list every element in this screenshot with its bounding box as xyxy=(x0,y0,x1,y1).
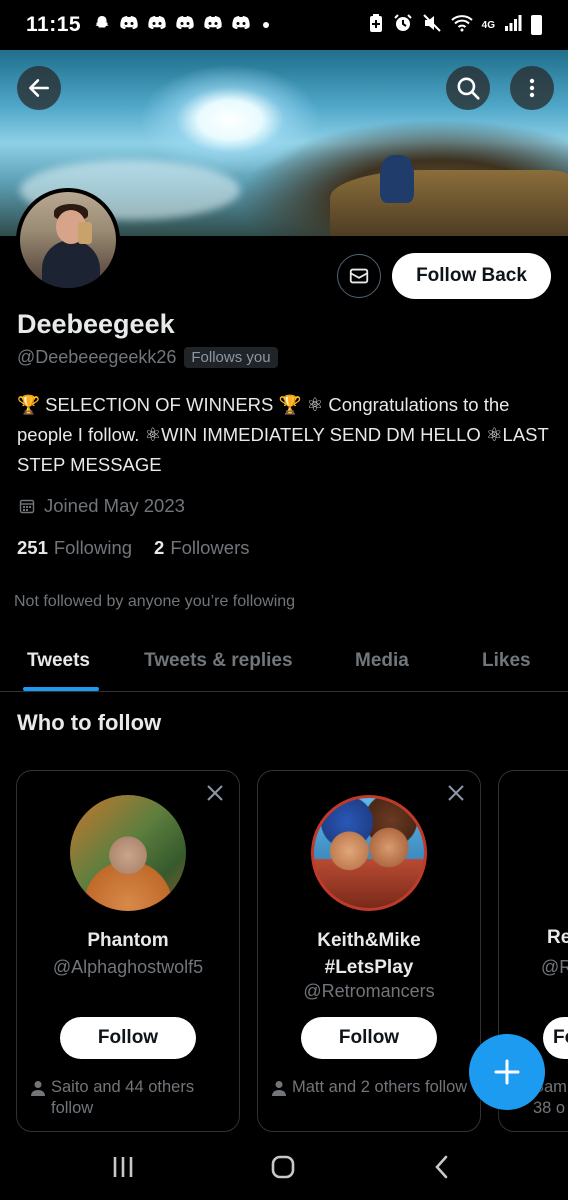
social-context-text: Matt and 2 others follow xyxy=(292,1078,468,1096)
more-vertical-icon xyxy=(529,78,535,98)
discord-icon xyxy=(175,15,195,36)
discord-icon xyxy=(147,15,167,36)
following-label: Following xyxy=(53,537,133,558)
wifi-icon xyxy=(450,14,473,37)
joined-date: Joined May 2023 xyxy=(44,495,185,516)
signal-icon xyxy=(504,14,522,37)
network-type: 4G xyxy=(481,19,495,31)
follow-suggestion-card[interactable]: Phantom @Alphaghostwolf5 Follow Saito an… xyxy=(16,770,240,1132)
tab-likes[interactable]: Likes xyxy=(482,650,531,672)
plus-icon xyxy=(494,1059,520,1085)
battery-saver-icon xyxy=(368,13,384,38)
social-context-text: Saito and 44 others follow xyxy=(51,1078,195,1117)
search-button[interactable] xyxy=(446,66,490,110)
suggestion-name: Keith&Mike #LetsPlay xyxy=(258,927,480,981)
mute-icon xyxy=(422,13,442,38)
followers-count: 2 xyxy=(154,537,165,558)
suggestion-name-text: Keith&Mike #LetsPlay xyxy=(317,930,421,978)
followers-label: Followers xyxy=(170,537,250,558)
profile-tabs: Tweets Tweets & replies Media Likes xyxy=(0,628,568,692)
envelope-icon xyxy=(349,268,369,284)
recent-apps-icon xyxy=(113,1157,133,1177)
message-button[interactable] xyxy=(337,254,381,298)
chevron-left-icon xyxy=(435,1155,448,1179)
display-name: Deebeegeek xyxy=(17,309,175,339)
follow-counts: 251 Following 2 Followers xyxy=(17,537,250,559)
suggestion-name: Phantom xyxy=(87,930,169,951)
close-icon[interactable] xyxy=(205,783,225,803)
recent-apps-button[interactable] xyxy=(103,1152,143,1182)
banner-figure xyxy=(380,155,414,203)
tab-tweets[interactable]: Tweets xyxy=(27,650,90,672)
avatar-body xyxy=(42,240,100,288)
handle-row: @Deebeeegeekk26 Follows you xyxy=(17,347,278,368)
following-count: 251 xyxy=(17,537,48,558)
suggestion-avatar[interactable] xyxy=(70,795,186,911)
suggestion-handle: @R xyxy=(541,957,568,977)
discord-icon xyxy=(203,15,223,36)
suggestion-handle: @Retromancers xyxy=(303,981,435,1001)
who-to-follow-title: Who to follow xyxy=(17,710,162,735)
close-icon[interactable] xyxy=(446,783,466,803)
person-icon xyxy=(272,1081,286,1096)
social-context: Saito and 44 others follow xyxy=(31,1077,227,1119)
joined-row: Joined May 2023 xyxy=(19,495,185,517)
tab-tweets-replies[interactable]: Tweets & replies xyxy=(144,650,293,672)
dot-icon xyxy=(263,22,270,28)
follow-button[interactable]: Follow xyxy=(301,1017,437,1059)
system-icons: 4G xyxy=(368,13,542,38)
system-nav-bar xyxy=(0,1132,568,1200)
status-time: 11:15 xyxy=(26,13,82,36)
followers-link[interactable]: 2 Followers xyxy=(154,537,249,559)
not-followed-text: Not followed by anyone you’re following xyxy=(14,593,296,610)
suggestion-handle: @Alphaghostwolf5 xyxy=(52,957,204,977)
alarm-icon xyxy=(393,13,413,38)
snapchat-icon xyxy=(93,14,111,37)
home-icon xyxy=(271,1155,295,1179)
tab-media[interactable]: Media xyxy=(355,650,409,672)
notification-icons xyxy=(93,14,270,37)
profile-avatar[interactable] xyxy=(16,188,120,292)
follows-you-badge: Follows you xyxy=(184,347,278,368)
calendar-icon xyxy=(19,499,35,514)
follow-suggestion-card[interactable]: Keith&Mike #LetsPlay @Retromancers Follo… xyxy=(257,770,481,1132)
suggestion-name: Re xyxy=(547,927,568,948)
battery-icon xyxy=(531,15,542,35)
compose-tweet-button[interactable] xyxy=(469,1034,545,1110)
following-link[interactable]: 251 Following xyxy=(17,537,132,559)
home-button[interactable] xyxy=(263,1152,303,1182)
search-icon xyxy=(457,77,480,100)
discord-icon xyxy=(231,15,251,36)
back-button[interactable] xyxy=(17,66,61,110)
banner-island xyxy=(330,170,568,236)
follow-back-button[interactable]: Follow Back xyxy=(392,253,551,299)
user-handle: @Deebeeegeekk26 xyxy=(17,347,177,367)
arrow-left-icon xyxy=(29,79,49,97)
profile-bio: 🏆 SELECTION OF WINNERS 🏆 ⚛ Congratulatio… xyxy=(17,394,549,475)
active-tab-indicator xyxy=(23,687,99,691)
status-bar: 11:15 4G xyxy=(0,0,568,50)
social-context: Matt and 2 others follow xyxy=(272,1077,468,1098)
follow-button[interactable]: Follow xyxy=(60,1017,196,1059)
suggestion-avatar[interactable] xyxy=(311,795,427,911)
follow-button[interactable]: Follow xyxy=(543,1017,568,1059)
discord-icon xyxy=(119,15,139,36)
back-nav-button[interactable] xyxy=(422,1152,462,1182)
avatar-phone xyxy=(78,222,92,244)
more-button[interactable] xyxy=(510,66,554,110)
person-icon xyxy=(31,1081,45,1096)
